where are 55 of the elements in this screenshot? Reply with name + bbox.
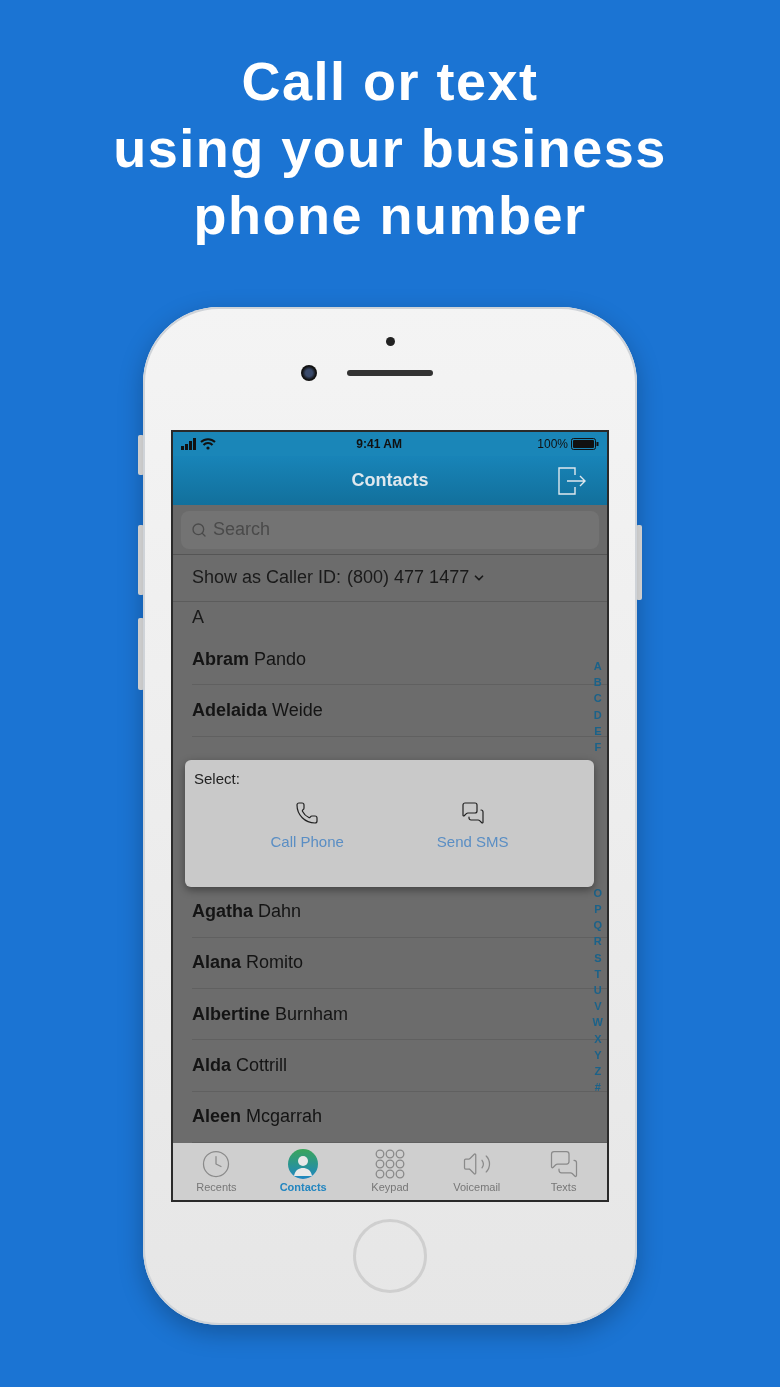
contact-name[interactable]: Alda Cottrill xyxy=(192,1054,288,1076)
index-letter[interactable]: W xyxy=(592,1014,603,1031)
index-letter[interactable]: E xyxy=(594,722,602,739)
search-icon xyxy=(191,521,207,538)
index-letter[interactable]: F xyxy=(594,739,602,756)
index-letter[interactable]: A xyxy=(593,658,602,675)
tab[interactable]: Recents xyxy=(176,1149,257,1194)
camera-lens xyxy=(301,365,317,381)
chat-bubbles-icon xyxy=(548,1149,579,1180)
tab[interactable]: Contacts xyxy=(263,1149,344,1194)
home-button[interactable] xyxy=(353,1219,427,1293)
keypad-icon xyxy=(375,1149,405,1180)
index-letter[interactable]: S xyxy=(594,949,602,966)
headline-text: phone number xyxy=(193,184,587,247)
index-letter[interactable]: C xyxy=(593,690,602,707)
phone-icon xyxy=(295,800,320,825)
tab[interactable]: Keypad xyxy=(350,1149,430,1194)
tab[interactable]: Voicemail xyxy=(436,1149,517,1194)
index-letter[interactable]: V xyxy=(594,998,602,1015)
contact-name[interactable]: Adelaida Weide xyxy=(192,699,323,721)
contact-avatar-icon xyxy=(288,1149,319,1180)
index-letter[interactable]: Q xyxy=(593,917,603,934)
screen-title: Contacts xyxy=(351,469,429,491)
sensor-dot xyxy=(385,337,395,346)
dialog-title: Select: xyxy=(194,769,241,787)
caller-id-dropdown[interactable]: (800) 477 1477 xyxy=(347,567,487,589)
index-letter[interactable]: R xyxy=(593,933,602,950)
index-letter[interactable]: # xyxy=(594,1079,601,1096)
contact-name[interactable]: Albertine Burnham xyxy=(192,1003,349,1025)
contact-name[interactable]: Abram Pando xyxy=(192,648,307,670)
index-letter[interactable]: U xyxy=(593,982,602,999)
index-letter[interactable]: B xyxy=(593,674,602,691)
contact-name[interactable]: Agatha Dahn xyxy=(192,901,302,923)
chat-bubbles-icon xyxy=(460,800,485,825)
status-time: 9:41 AM xyxy=(356,436,402,451)
index-letter[interactable]: O xyxy=(593,884,603,901)
send-sms-button[interactable]: Send SMS xyxy=(436,800,509,850)
contact-name[interactable]: Aleen Mcgarrah xyxy=(192,1106,323,1128)
battery-icon xyxy=(571,437,599,450)
index-letter[interactable]: T xyxy=(594,965,602,983)
contact-name[interactable]: Alana Romito xyxy=(192,952,304,974)
clock-icon xyxy=(201,1149,232,1180)
tab[interactable]: Texts xyxy=(523,1149,604,1194)
headline-text: Call or text xyxy=(241,50,539,113)
index-letter[interactable]: X xyxy=(594,1030,602,1047)
logout-icon[interactable] xyxy=(557,465,587,496)
index-letter[interactable]: D xyxy=(593,706,602,723)
section-header: A xyxy=(191,606,205,630)
headline-text: using your business xyxy=(113,117,667,180)
index-letter[interactable]: Y xyxy=(594,1046,602,1064)
index-letter[interactable]: P xyxy=(594,901,602,918)
battery-percent: 100% xyxy=(537,436,568,451)
caller-id-label: Show as Caller ID: xyxy=(192,567,342,589)
call-phone-button[interactable]: Call Phone xyxy=(270,800,344,850)
index-letter[interactable]: Z xyxy=(594,1063,602,1080)
